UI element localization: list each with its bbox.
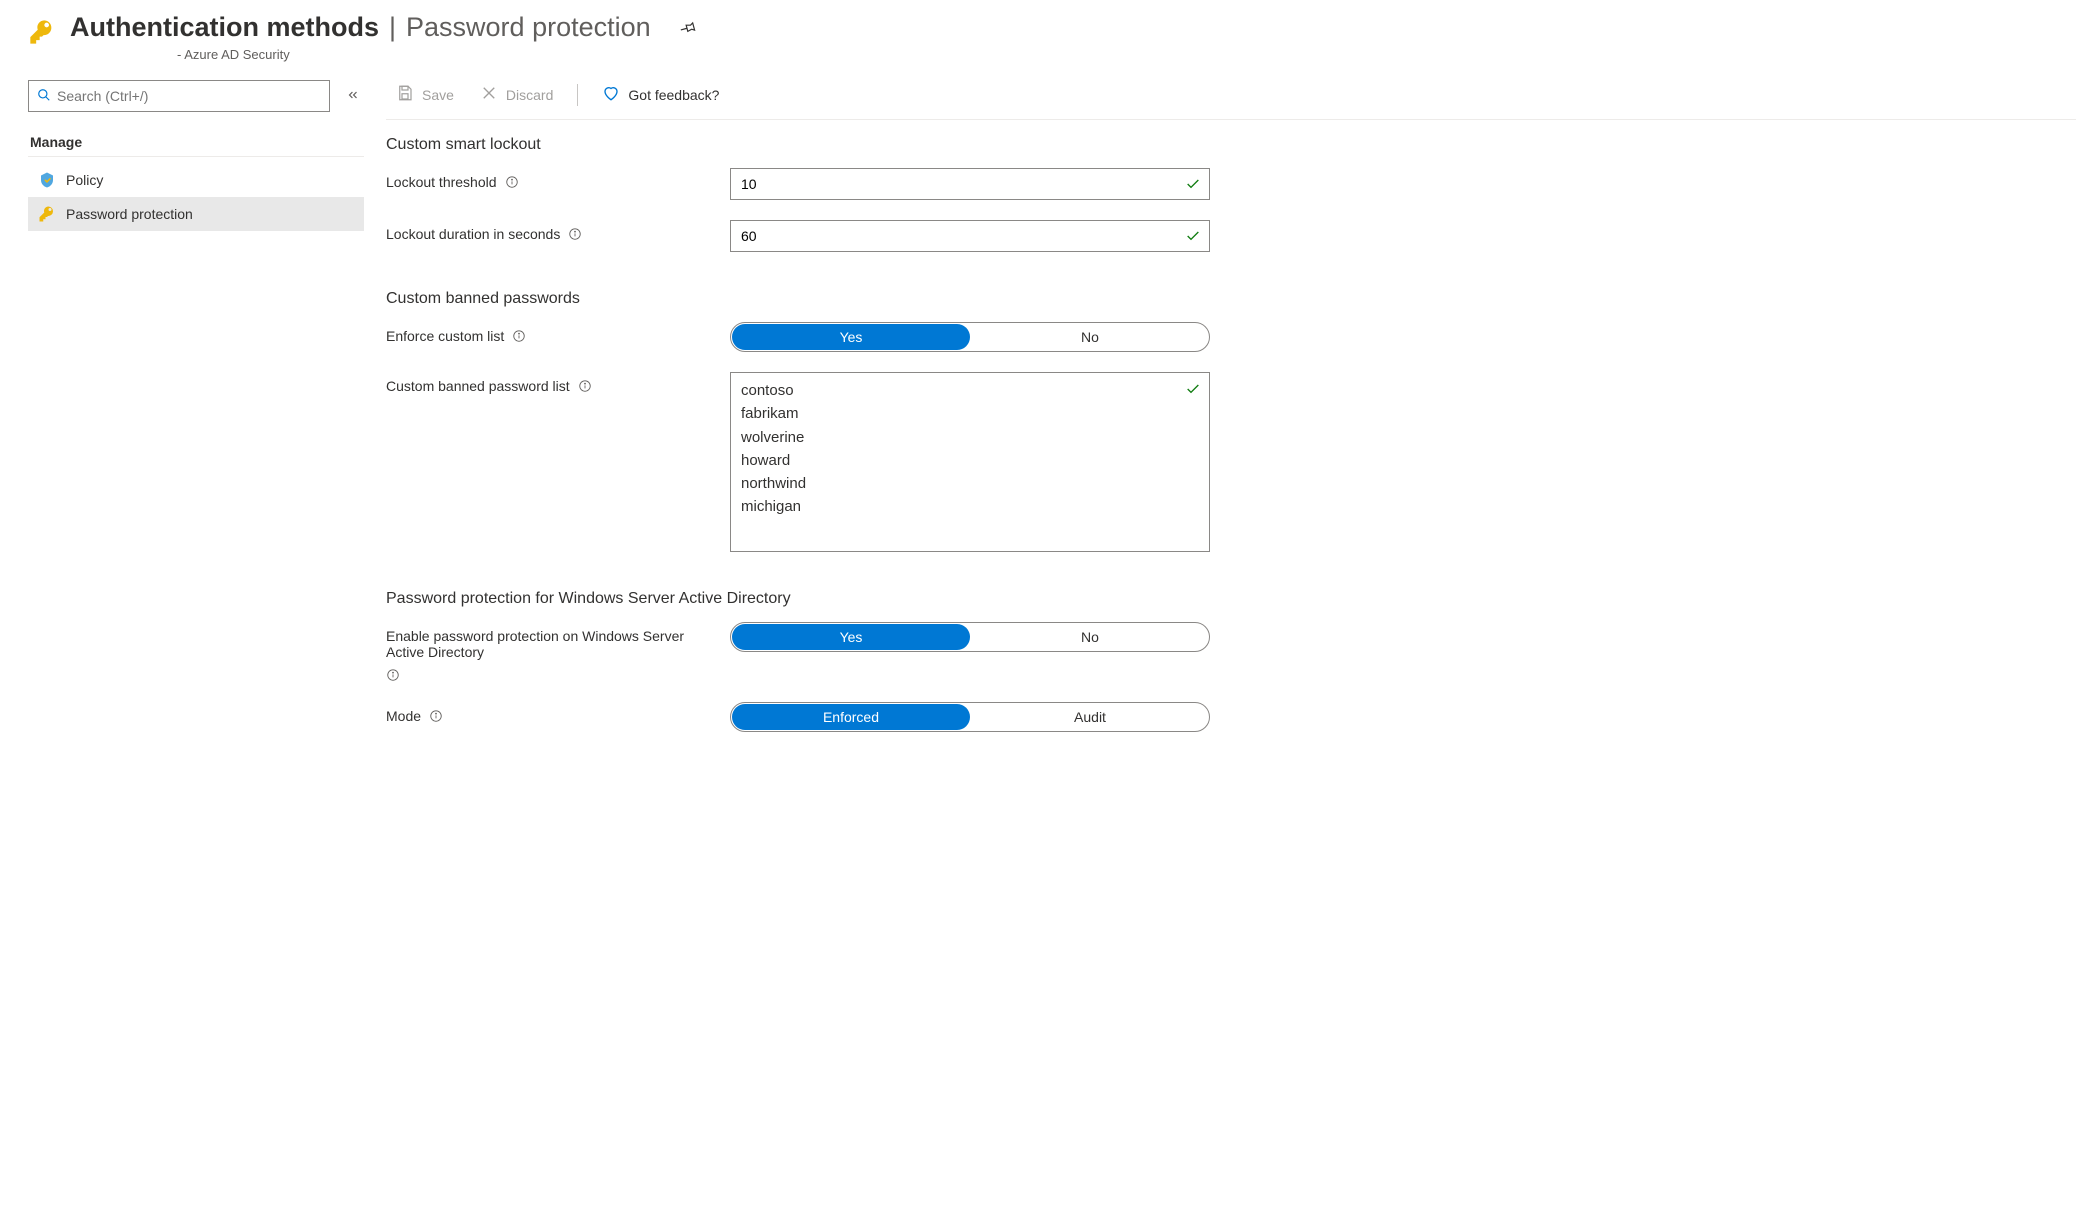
- close-icon: [480, 84, 498, 105]
- breadcrumb: - Azure AD Security: [177, 47, 2076, 62]
- key-icon: [38, 205, 56, 223]
- toggle-mode[interactable]: Enforced Audit: [730, 702, 1210, 732]
- row-lockout-threshold: Lockout threshold: [386, 168, 2076, 200]
- banned-password-values: contosofabrikamwolverinehowardnorthwindm…: [741, 379, 1175, 519]
- input-lockout-threshold[interactable]: [731, 176, 1209, 192]
- toggle-option-yes[interactable]: Yes: [732, 324, 970, 350]
- page-header: Authentication methods | Password protec…: [28, 12, 2076, 62]
- textarea-banned-password-list[interactable]: contosofabrikamwolverinehowardnorthwindm…: [730, 372, 1210, 552]
- title-divider: |: [389, 12, 396, 43]
- input-lockout-duration[interactable]: [731, 228, 1209, 244]
- banned-password-entry: northwind: [741, 472, 1175, 495]
- search-input-wrap[interactable]: [28, 80, 330, 112]
- discard-button[interactable]: Discard: [470, 80, 563, 109]
- toggle-option-no[interactable]: No: [971, 323, 1209, 351]
- info-icon[interactable]: [505, 175, 519, 189]
- row-enforce-custom-list: Enforce custom list Yes No: [386, 322, 2076, 352]
- banned-password-entry: michigan: [741, 495, 1175, 518]
- label-lockout-duration: Lockout duration in seconds: [386, 226, 560, 242]
- info-icon[interactable]: [568, 227, 582, 241]
- label-banned-password-list: Custom banned password list: [386, 378, 570, 394]
- search-input[interactable]: [57, 88, 321, 104]
- banned-password-entry: fabrikam: [741, 402, 1175, 425]
- row-enable-winsrv: Enable password protection on Windows Se…: [386, 622, 2076, 682]
- feedback-button[interactable]: Got feedback?: [592, 80, 729, 109]
- info-icon[interactable]: [512, 329, 526, 343]
- sidebar-item-label: Policy: [66, 172, 103, 188]
- save-button[interactable]: Save: [386, 80, 464, 109]
- key-icon: [28, 18, 56, 46]
- heart-icon: [602, 84, 620, 105]
- info-icon[interactable]: [578, 379, 592, 393]
- label-enable-winsrv: Enable password protection on Windows Se…: [386, 628, 710, 660]
- toolbar: Save Discard Got feedback?: [386, 80, 2076, 120]
- page-title: Authentication methods | Password protec…: [70, 12, 2076, 43]
- info-icon[interactable]: [429, 709, 443, 723]
- check-icon: [1185, 381, 1201, 397]
- sidebar-separator: [28, 156, 364, 157]
- row-lockout-duration: Lockout duration in seconds: [386, 220, 2076, 252]
- toggle-option-yes[interactable]: Yes: [732, 624, 970, 650]
- row-banned-password-list: Custom banned password list contosofabri…: [386, 372, 2076, 552]
- toggle-enable-winsrv[interactable]: Yes No: [730, 622, 1210, 652]
- sidebar-item-label: Password protection: [66, 206, 193, 222]
- toggle-option-no[interactable]: No: [971, 623, 1209, 651]
- main-panel: Save Discard Got feedback?: [386, 80, 2076, 752]
- sidebar-item-policy[interactable]: Policy: [28, 163, 364, 197]
- banned-password-entry: howard: [741, 449, 1175, 472]
- search-icon: [37, 88, 51, 105]
- collapse-sidebar-button[interactable]: [342, 84, 364, 109]
- section-title-lockout: Custom smart lockout: [386, 136, 2076, 154]
- check-icon: [1185, 228, 1201, 244]
- title-secondary: Password protection: [406, 12, 651, 43]
- policy-icon: [38, 171, 56, 189]
- input-lockout-duration-wrap: [730, 220, 1210, 252]
- check-icon: [1185, 176, 1201, 192]
- sidebar-item-password-protection[interactable]: Password protection: [28, 197, 364, 231]
- save-icon: [396, 84, 414, 105]
- toolbar-separator: [577, 84, 578, 106]
- label-mode: Mode: [386, 708, 421, 724]
- pin-button[interactable]: [679, 19, 697, 37]
- label-lockout-threshold: Lockout threshold: [386, 174, 497, 190]
- input-lockout-threshold-wrap: [730, 168, 1210, 200]
- save-button-label: Save: [422, 87, 454, 103]
- sidebar: Manage Policy Password protection: [28, 80, 364, 752]
- row-mode: Mode Enforced Audit: [386, 702, 2076, 732]
- section-title-banned: Custom banned passwords: [386, 290, 2076, 308]
- toggle-option-enforced[interactable]: Enforced: [732, 704, 970, 730]
- sidebar-section-manage: Manage: [30, 134, 364, 150]
- toggle-enforce-custom-list[interactable]: Yes No: [730, 322, 1210, 352]
- section-title-winsrv: Password protection for Windows Server A…: [386, 590, 2076, 608]
- info-icon[interactable]: [386, 668, 400, 682]
- title-primary: Authentication methods: [70, 12, 379, 43]
- banned-password-entry: wolverine: [741, 426, 1175, 449]
- toggle-option-audit[interactable]: Audit: [971, 703, 1209, 731]
- discard-button-label: Discard: [506, 87, 553, 103]
- banned-password-entry: contoso: [741, 379, 1175, 402]
- label-enforce-custom-list: Enforce custom list: [386, 328, 504, 344]
- feedback-button-label: Got feedback?: [628, 87, 719, 103]
